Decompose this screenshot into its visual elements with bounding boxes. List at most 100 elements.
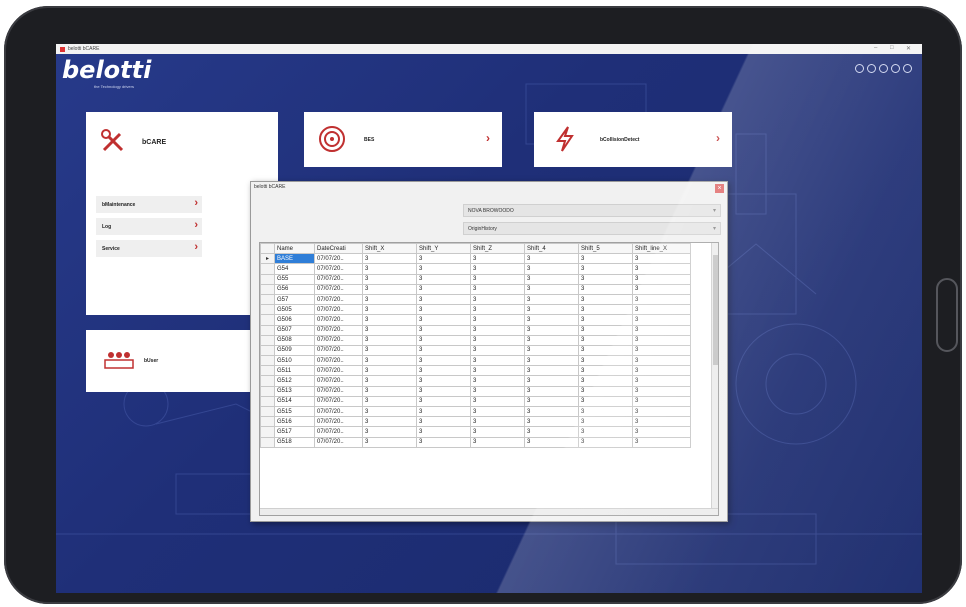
table-cell[interactable]: 3 bbox=[632, 385, 691, 397]
table-cell[interactable]: G506 bbox=[274, 314, 315, 326]
table-row[interactable]: G517 07/07/20.. 3 3 3 3 3 3 bbox=[260, 426, 691, 438]
table-cell[interactable]: 3 bbox=[578, 405, 633, 418]
table-cell[interactable]: 3 bbox=[632, 344, 691, 357]
table-cell[interactable]: 3 bbox=[578, 293, 633, 306]
table-cell[interactable]: 3 bbox=[416, 344, 471, 357]
table-cell[interactable]: 3 bbox=[416, 293, 471, 306]
table-cell[interactable]: 07/07/20.. bbox=[314, 263, 363, 275]
table-cell[interactable]: 07/07/20.. bbox=[314, 426, 363, 438]
table-cell[interactable]: 3 bbox=[470, 355, 525, 367]
table-cell[interactable]: 07/07/20.. bbox=[314, 344, 363, 357]
table-cell[interactable]: 3 bbox=[362, 253, 417, 265]
column-header[interactable]: Shift_Z bbox=[470, 243, 525, 255]
table-cell[interactable]: 07/07/20.. bbox=[314, 375, 363, 387]
table-cell[interactable]: 3 bbox=[416, 253, 471, 265]
table-cell[interactable]: 3 bbox=[416, 405, 471, 418]
table-cell[interactable]: 3 bbox=[632, 293, 691, 306]
table-cell[interactable]: 3 bbox=[470, 375, 525, 387]
row-header[interactable] bbox=[260, 426, 275, 438]
row-header[interactable] bbox=[260, 436, 275, 448]
table-cell[interactable]: 3 bbox=[632, 395, 691, 408]
table-cell[interactable]: 3 bbox=[578, 365, 633, 377]
table-cell[interactable]: 3 bbox=[578, 355, 633, 367]
table-cell[interactable]: 3 bbox=[578, 283, 633, 295]
table-cell[interactable]: 3 bbox=[524, 365, 579, 377]
document-icon[interactable] bbox=[879, 64, 888, 73]
table-row[interactable]: G55 07/07/20.. 3 3 3 3 3 3 bbox=[260, 273, 691, 285]
tablet-home-button[interactable] bbox=[936, 278, 958, 352]
table-cell[interactable]: 3 bbox=[524, 436, 579, 448]
table-row[interactable]: G514 07/07/20.. 3 3 3 3 3 3 bbox=[260, 395, 691, 408]
table-row[interactable]: ▸ BASE 07/07/20.. 3 3 3 3 3 3 bbox=[260, 253, 691, 265]
table-cell[interactable]: 3 bbox=[470, 253, 525, 265]
table-cell[interactable]: 3 bbox=[416, 283, 471, 295]
table-cell[interactable]: 3 bbox=[470, 304, 525, 316]
table-cell[interactable]: 3 bbox=[470, 283, 525, 295]
table-cell[interactable]: 3 bbox=[416, 416, 471, 428]
table-cell[interactable]: 07/07/20.. bbox=[314, 334, 363, 346]
table-cell[interactable]: 3 bbox=[632, 405, 691, 418]
menu-item-log[interactable]: Log › bbox=[96, 218, 202, 235]
table-cell[interactable]: 3 bbox=[578, 375, 633, 387]
table-row[interactable]: G505 07/07/20.. 3 3 3 3 3 3 bbox=[260, 304, 691, 316]
table-cell[interactable]: 07/07/20.. bbox=[314, 365, 363, 377]
column-header[interactable]: Shift_5 bbox=[578, 243, 633, 255]
table-cell[interactable]: 3 bbox=[470, 426, 525, 438]
table-cell[interactable]: 3 bbox=[416, 263, 471, 275]
vertical-scrollbar[interactable] bbox=[711, 243, 718, 515]
table-cell[interactable]: 3 bbox=[578, 304, 633, 316]
table-cell[interactable]: G508 bbox=[274, 334, 315, 346]
table-cell[interactable]: 3 bbox=[470, 293, 525, 306]
table-cell[interactable]: G505 bbox=[274, 304, 315, 316]
table-cell[interactable]: 3 bbox=[632, 416, 691, 428]
table-cell[interactable]: 3 bbox=[362, 273, 417, 285]
column-header[interactable]: DateCreati bbox=[314, 243, 363, 255]
table-row[interactable]: G509 07/07/20.. 3 3 3 3 3 3 bbox=[260, 344, 691, 357]
table-cell[interactable]: 3 bbox=[632, 304, 691, 316]
table-cell[interactable]: 3 bbox=[578, 344, 633, 357]
table-cell[interactable]: 3 bbox=[470, 344, 525, 357]
table-cell[interactable]: 07/07/20.. bbox=[314, 416, 363, 428]
table-cell[interactable]: 3 bbox=[524, 375, 579, 387]
table-cell[interactable]: G510 bbox=[274, 355, 315, 367]
table-cell[interactable]: 07/07/20.. bbox=[314, 436, 363, 448]
table-cell[interactable]: 3 bbox=[470, 273, 525, 285]
table-cell[interactable]: 3 bbox=[632, 426, 691, 438]
table-cell[interactable]: G517 bbox=[274, 426, 315, 438]
maximize-icon[interactable]: □ bbox=[890, 45, 894, 51]
table-cell[interactable]: 3 bbox=[362, 344, 417, 357]
table-cell[interactable]: G57 bbox=[274, 293, 315, 306]
row-header[interactable] bbox=[260, 355, 275, 367]
column-header[interactable]: Name bbox=[274, 243, 315, 255]
table-cell[interactable]: 3 bbox=[524, 385, 579, 397]
row-header[interactable] bbox=[260, 263, 275, 275]
info-icon[interactable] bbox=[891, 64, 900, 73]
table-cell[interactable]: 3 bbox=[524, 324, 579, 336]
table-row[interactable]: G57 07/07/20.. 3 3 3 3 3 3 bbox=[260, 293, 691, 306]
table-row[interactable]: G516 07/07/20.. 3 3 3 3 3 3 bbox=[260, 416, 691, 428]
table-cell[interactable]: 3 bbox=[632, 375, 691, 387]
table-cell[interactable]: 3 bbox=[470, 314, 525, 326]
table-cell[interactable]: 3 bbox=[524, 263, 579, 275]
table-cell[interactable]: 3 bbox=[524, 334, 579, 346]
bcollisiondetect-card[interactable]: bCollisionDetect › bbox=[534, 112, 732, 167]
column-header[interactable]: Shift_Y bbox=[416, 243, 471, 255]
table-cell[interactable]: 3 bbox=[362, 395, 417, 408]
table-cell[interactable]: 07/07/20.. bbox=[314, 405, 363, 418]
row-header[interactable] bbox=[260, 283, 275, 295]
table-row[interactable]: G515 07/07/20.. 3 3 3 3 3 3 bbox=[260, 405, 691, 418]
menu-item-bmaintenance[interactable]: bMaintenance › bbox=[96, 196, 202, 213]
row-header[interactable] bbox=[260, 273, 275, 285]
table-cell[interactable]: G511 bbox=[274, 365, 315, 377]
table-cell[interactable]: 3 bbox=[578, 263, 633, 275]
table-cell[interactable]: 3 bbox=[416, 375, 471, 387]
table-cell[interactable]: 3 bbox=[524, 405, 579, 418]
table-cell[interactable]: 3 bbox=[632, 273, 691, 285]
row-header[interactable] bbox=[260, 395, 275, 408]
table-cell[interactable]: 3 bbox=[524, 395, 579, 408]
table-cell[interactable]: 3 bbox=[470, 365, 525, 377]
table-cell[interactable]: 3 bbox=[362, 263, 417, 275]
table-cell[interactable]: 3 bbox=[578, 273, 633, 285]
table-select[interactable]: OriginHistory ▾ bbox=[463, 222, 721, 235]
row-header[interactable] bbox=[260, 344, 275, 357]
